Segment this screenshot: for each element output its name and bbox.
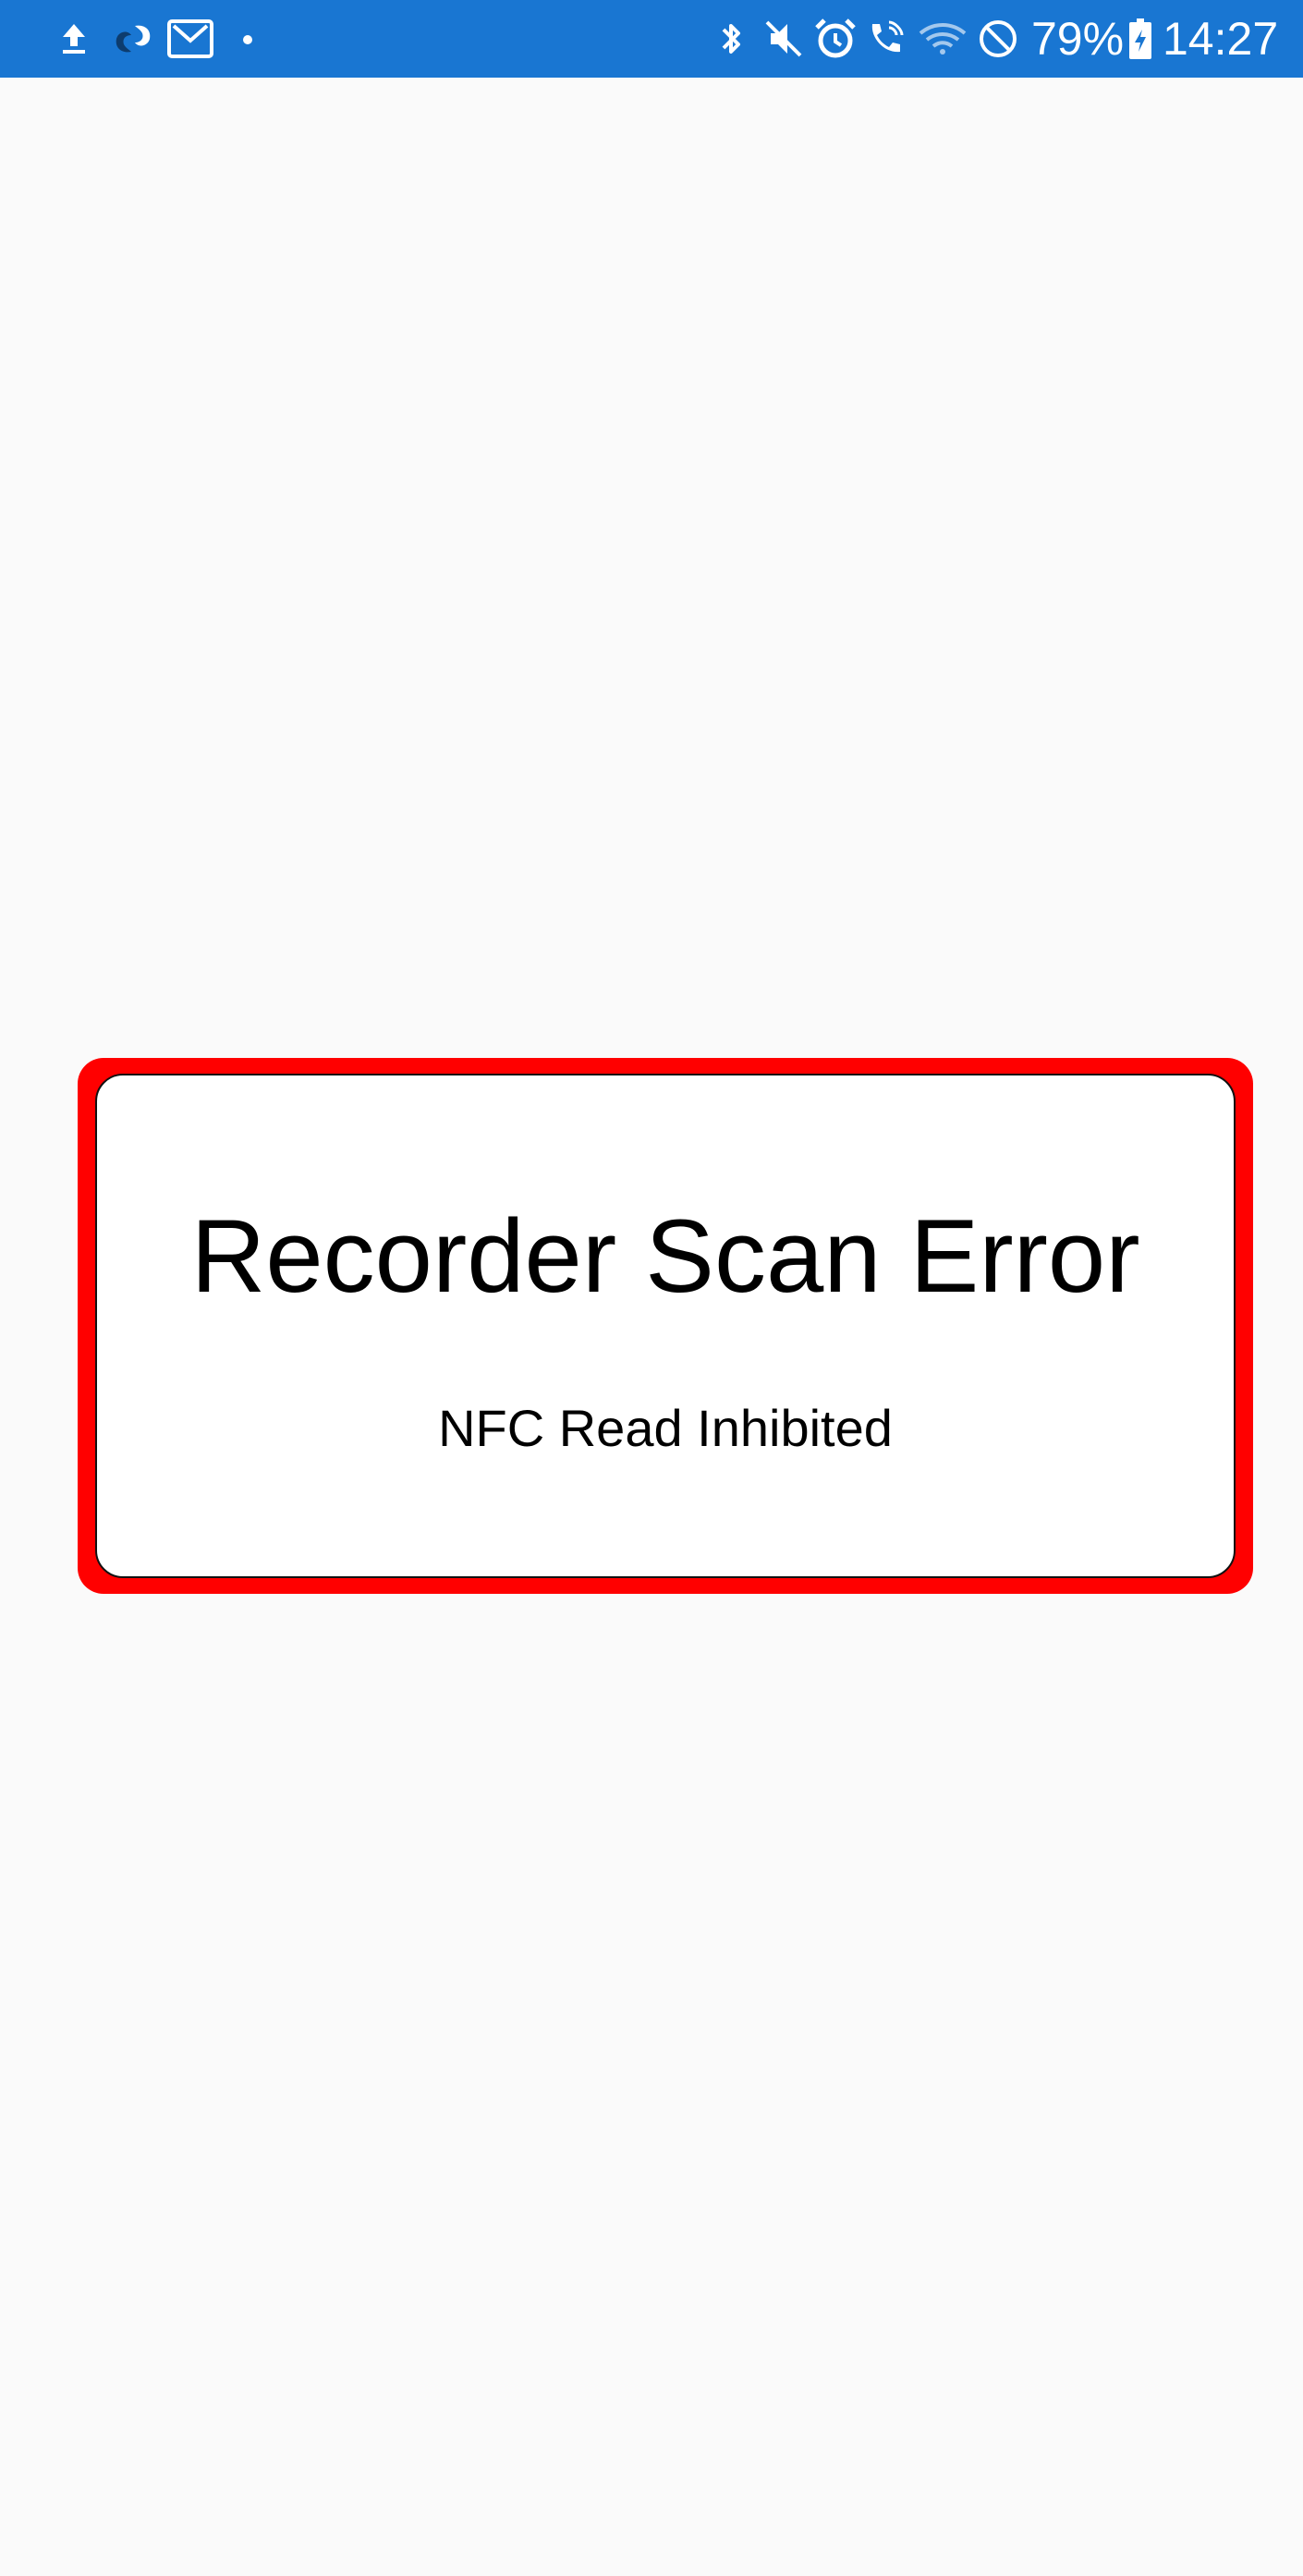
more-notifications-dot-icon (243, 35, 252, 44)
error-dialog: Recorder Scan Error NFC Read Inhibited (78, 1058, 1253, 1594)
error-title: Recorder Scan Error (190, 1198, 1140, 1314)
wifi-calling-icon (871, 20, 904, 53)
clock: 14:27 (1163, 13, 1279, 65)
error-dialog-panel: Recorder Scan Error NFC Read Inhibited (95, 1074, 1236, 1578)
mute-icon (765, 20, 802, 57)
do-not-disturb-icon (980, 20, 1017, 57)
sync-app-icon (116, 25, 151, 53)
alarm-icon (815, 18, 856, 58)
wifi-icon (919, 23, 967, 55)
status-bar: 79% 14:27 (0, 0, 1303, 78)
error-message: NFC Read Inhibited (438, 1399, 893, 1457)
gmail-icon (167, 19, 213, 58)
bluetooth-icon (722, 24, 740, 54)
battery-percent: 79% (1031, 13, 1125, 65)
battery-charging-icon (1129, 18, 1151, 59)
upload-icon (63, 24, 85, 54)
